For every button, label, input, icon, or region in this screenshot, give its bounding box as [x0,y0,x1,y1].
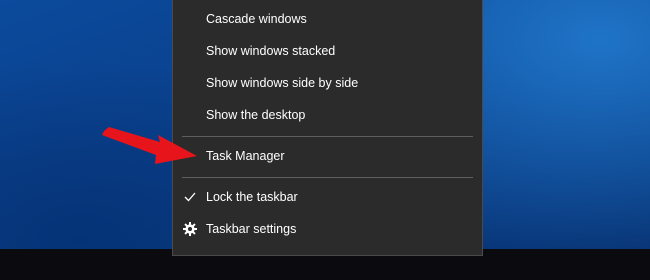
menu-item-show-the-desktop[interactable]: Show the desktop [173,99,482,131]
menu-item-label: Show windows stacked [206,44,336,58]
menu-item-taskbar-settings[interactable]: Taskbar settings [173,213,482,245]
menu-item-label: Cascade windows [206,12,307,26]
gear-icon [182,213,198,245]
menu-item-show-windows-stacked[interactable]: Show windows stacked [173,35,482,67]
menu-item-label: Lock the taskbar [206,190,298,204]
menu-separator [182,177,473,178]
menu-separator [182,136,473,137]
menu-item-task-manager[interactable]: Task Manager [173,140,482,172]
menu-item-label: Taskbar settings [206,222,297,236]
taskbar-context-menu: Cascade windows Show windows stacked Sho… [172,0,483,256]
menu-item-show-windows-side-by-side[interactable]: Show windows side by side [173,67,482,99]
checkmark-icon [182,181,198,213]
menu-item-cascade-windows[interactable]: Cascade windows [173,3,482,35]
menu-item-label: Show windows side by side [206,76,359,90]
menu-item-label: Task Manager [206,149,285,163]
menu-item-lock-the-taskbar[interactable]: Lock the taskbar [173,181,482,213]
menu-item-label: Show the desktop [206,108,306,122]
